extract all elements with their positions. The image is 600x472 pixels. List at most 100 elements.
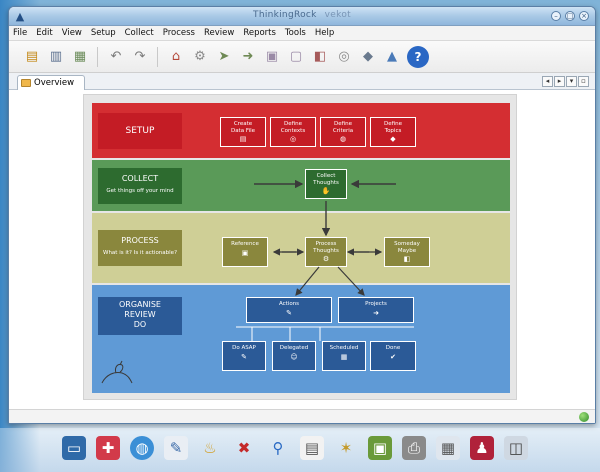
dock-browser-icon[interactable]: ◍: [130, 436, 154, 460]
organise-band: ORGANISE REVIEW DO Actions ✎ Projects ➜ …: [92, 285, 510, 393]
projects-icon[interactable]: ➜: [237, 46, 259, 68]
dock-settings-icon[interactable]: ✶: [334, 436, 358, 460]
tab-maximize-icon[interactable]: ▫: [578, 76, 589, 87]
collect-label: COLLECT: [121, 174, 159, 183]
define-topics-button[interactable]: Define Topics ◆: [370, 117, 416, 147]
done-icon: ✔: [390, 352, 396, 361]
define-contexts-label: Define Contexts: [280, 121, 306, 134]
contexts-icon[interactable]: ◎: [333, 46, 355, 68]
delegated-label: Delegated: [279, 345, 309, 351]
dock-printer-icon[interactable]: ⎙: [402, 436, 426, 460]
menu-setup[interactable]: Setup: [91, 28, 116, 38]
projects-label: Projects: [365, 301, 387, 307]
process-sublabel: What is it? Is it actionable?: [103, 250, 177, 256]
topics-icon[interactable]: ◆: [357, 46, 379, 68]
database-icon: ▤: [239, 135, 247, 143]
collect-sublabel: Get things off your mind: [106, 188, 174, 194]
dock-gnome-foot-icon[interactable]: ♨: [198, 436, 222, 460]
someday-icon[interactable]: ▢: [285, 46, 307, 68]
tab-overview-label: Overview: [34, 78, 75, 88]
dock-calculator-icon[interactable]: ▦: [436, 436, 460, 460]
home-icon[interactable]: ⌂: [165, 46, 187, 68]
dock-shutdown-icon[interactable]: ✖: [232, 436, 256, 460]
process-icon[interactable]: ⚙: [189, 46, 211, 68]
dock-user-icon[interactable]: ♟: [470, 436, 494, 460]
tab-scroll-left-icon[interactable]: ◂: [542, 76, 553, 87]
menu-collect[interactable]: Collect: [125, 28, 154, 38]
contexts-icon: ◎: [289, 135, 297, 143]
dock-system-monitor-icon[interactable]: ◫: [504, 436, 528, 460]
folder-icon: [21, 79, 31, 87]
process-icon: ⚙: [322, 255, 330, 263]
delegated-button[interactable]: Delegated ☺: [272, 341, 316, 371]
someday-maybe-label: Someday Maybe: [394, 241, 420, 254]
gtd-diagram: SETUP Create Data File ▤ Define Contexts…: [83, 94, 517, 400]
title-bar[interactable]: ▲ ThinkingRock vekot – □ ×: [9, 7, 595, 26]
actions-label: Actions: [278, 301, 300, 307]
topics-icon: ◆: [390, 135, 396, 143]
status-indicator-icon: [579, 412, 589, 422]
minimize-icon[interactable]: –: [551, 11, 561, 21]
undo-icon[interactable]: ↶: [105, 46, 127, 68]
define-contexts-button[interactable]: Define Contexts ◎: [270, 117, 316, 147]
process-band: PROCESS What is it? Is it actionable? Re…: [92, 213, 510, 283]
done-button[interactable]: Done ✔: [370, 341, 416, 371]
done-label: Done: [385, 345, 401, 351]
collect-thoughts-button[interactable]: Collect Thoughts ✋: [305, 169, 347, 199]
collect-icon: ✋: [321, 187, 331, 195]
tab-scroll-right-icon[interactable]: ▸: [554, 76, 565, 87]
do-asap-button[interactable]: Do ASAP ✎: [222, 341, 266, 371]
projects-button[interactable]: Projects ➜: [338, 297, 414, 323]
setup-label: SETUP: [98, 113, 182, 149]
collect-label-box: COLLECT Get things off your mind: [98, 168, 182, 204]
status-bar: [9, 409, 595, 423]
dock-document-icon[interactable]: ▤: [300, 436, 324, 460]
scheduled-label: Scheduled: [329, 345, 359, 351]
someday-maybe-button[interactable]: Someday Maybe ◧: [384, 237, 430, 267]
review-icon[interactable]: ◧: [309, 46, 331, 68]
thinker-doodle-icon: [101, 360, 133, 384]
menu-view[interactable]: View: [62, 28, 82, 38]
process-thoughts-button[interactable]: Process Thoughts ⚙: [305, 237, 347, 267]
maximize-icon[interactable]: □: [565, 11, 575, 21]
window-title-text: ThinkingRock: [253, 10, 317, 20]
dock-image-viewer-icon[interactable]: ▣: [368, 436, 392, 460]
dock-text-editor-icon[interactable]: ✎: [164, 436, 188, 460]
dock-first-aid-icon[interactable]: ✚: [96, 436, 120, 460]
menu-edit[interactable]: Edit: [36, 28, 52, 38]
actions-button[interactable]: Actions ✎: [246, 297, 332, 323]
export-icon[interactable]: ▦: [69, 46, 91, 68]
collect-band: COLLECT Get things off your mind Collect…: [92, 160, 510, 211]
dock-file-manager-icon[interactable]: ▭: [62, 436, 86, 460]
menu-help[interactable]: Help: [315, 28, 334, 38]
create-data-file-button[interactable]: Create Data File ▤: [220, 117, 266, 147]
redo-icon[interactable]: ↷: [129, 46, 151, 68]
reference-button[interactable]: Reference ▣: [222, 237, 268, 267]
dock-search-icon[interactable]: ⚲: [266, 436, 290, 460]
data-file-icon[interactable]: ▤: [21, 46, 43, 68]
organise-label: ORGANISE REVIEW DO: [98, 297, 182, 335]
reference-icon[interactable]: ▣: [261, 46, 283, 68]
help-icon[interactable]: ?: [407, 46, 429, 68]
tab-list-icon[interactable]: ▾: [566, 76, 577, 87]
reference-icon: ▣: [241, 248, 249, 257]
actions-icon[interactable]: ➤: [213, 46, 235, 68]
window-subtitle: vekot: [324, 10, 351, 20]
taskbar-dock: ▭ ✚ ◍ ✎ ♨ ✖ ⚲ ▤ ✶ ▣ ⎙ ▦ ♟ ◫: [0, 428, 600, 472]
tab-overview[interactable]: Overview: [17, 75, 85, 90]
projects-icon: ➜: [373, 308, 379, 317]
define-topics-label: Define Topics: [384, 121, 402, 134]
menu-review[interactable]: Review: [204, 28, 234, 38]
save-icon[interactable]: ▥: [45, 46, 67, 68]
menu-tools[interactable]: Tools: [285, 28, 306, 38]
define-criteria-button[interactable]: Define Criteria ◍: [320, 117, 366, 147]
menu-file[interactable]: File: [13, 28, 27, 38]
menu-reports[interactable]: Reports: [243, 28, 276, 38]
menu-process[interactable]: Process: [163, 28, 195, 38]
create-data-file-label: Create Data File: [230, 121, 256, 134]
topics-edit-icon[interactable]: ▲: [381, 46, 403, 68]
criteria-icon: ◍: [339, 135, 347, 143]
toolbar-separator: [97, 47, 98, 67]
scheduled-button[interactable]: Scheduled ▦: [322, 341, 366, 371]
close-icon[interactable]: ×: [579, 11, 589, 21]
